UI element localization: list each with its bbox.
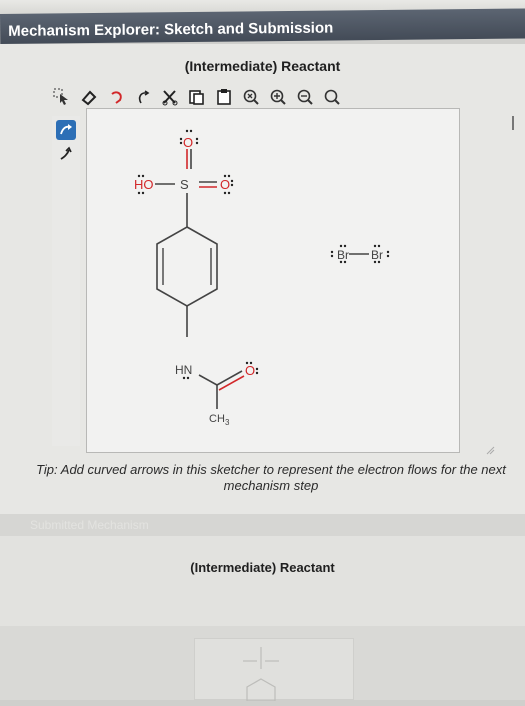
submitted-section-label: Submitted Mechanism: [30, 518, 149, 532]
paste-icon[interactable]: [214, 87, 234, 107]
atom-bromine-left: Br: [337, 248, 349, 262]
scroll-edge[interactable]: [512, 116, 520, 130]
curved-arrow-double-icon[interactable]: [56, 120, 76, 140]
curved-arrow-single-icon[interactable]: [56, 144, 76, 164]
copy-icon[interactable]: [187, 87, 207, 107]
second-panel: [0, 536, 525, 626]
bond-c-o-a: [216, 370, 243, 386]
molecule-preview: [194, 638, 354, 702]
sketch-canvas[interactable]: O HO S O HN O CH 3 Br Br: [86, 108, 460, 453]
atom-methyl-subscript: 3: [225, 418, 230, 427]
bond-c-o-b: [218, 375, 245, 391]
second-panel-heading: (Intermediate) Reactant: [190, 560, 335, 575]
submitted-section-bar: Submitted Mechanism: [0, 514, 525, 536]
atom-methyl: CH: [209, 413, 225, 425]
molecule-drawing: O HO S O HN O CH 3 Br Br: [134, 129, 390, 427]
tip-text: Tip: Add curved arrows in this sketcher …: [36, 462, 506, 493]
select-arrow-icon[interactable]: [52, 87, 72, 107]
zoom-fit-icon[interactable]: [322, 87, 342, 107]
cut-icon[interactable]: [160, 87, 180, 107]
sketcher-toolbar: [52, 86, 342, 108]
benzene-ring: [156, 226, 218, 307]
atom-oxygen-top: O: [183, 135, 193, 150]
window-title: Mechanism Explorer: Sketch and Submissio…: [0, 8, 525, 44]
resize-grip-icon[interactable]: [485, 442, 495, 455]
bond-n-c: [198, 374, 218, 386]
atom-nitrogen: HN: [175, 363, 192, 377]
atom-oxygen-right: O: [220, 177, 230, 192]
atom-carbonyl-oxygen: O: [245, 363, 255, 378]
zoom-reset-icon[interactable]: [241, 87, 261, 107]
atom-hydroxyl: HO: [134, 177, 154, 192]
zoom-in-icon[interactable]: [268, 87, 288, 107]
preview-drawing: [243, 647, 279, 702]
eraser-icon[interactable]: [79, 87, 99, 107]
panel-heading: (Intermediate) Reactant: [184, 58, 341, 74]
zoom-out-icon[interactable]: [295, 87, 315, 107]
atom-bromine-right: Br: [371, 248, 383, 262]
atom-sulfur: S: [180, 177, 189, 192]
undo-icon[interactable]: [106, 87, 126, 107]
sketch-panel: (Intermediate) Reactant O HO S O HN O CH…: [0, 44, 525, 702]
sketcher-sidebar: [52, 116, 80, 446]
redo-icon[interactable]: [133, 87, 153, 107]
